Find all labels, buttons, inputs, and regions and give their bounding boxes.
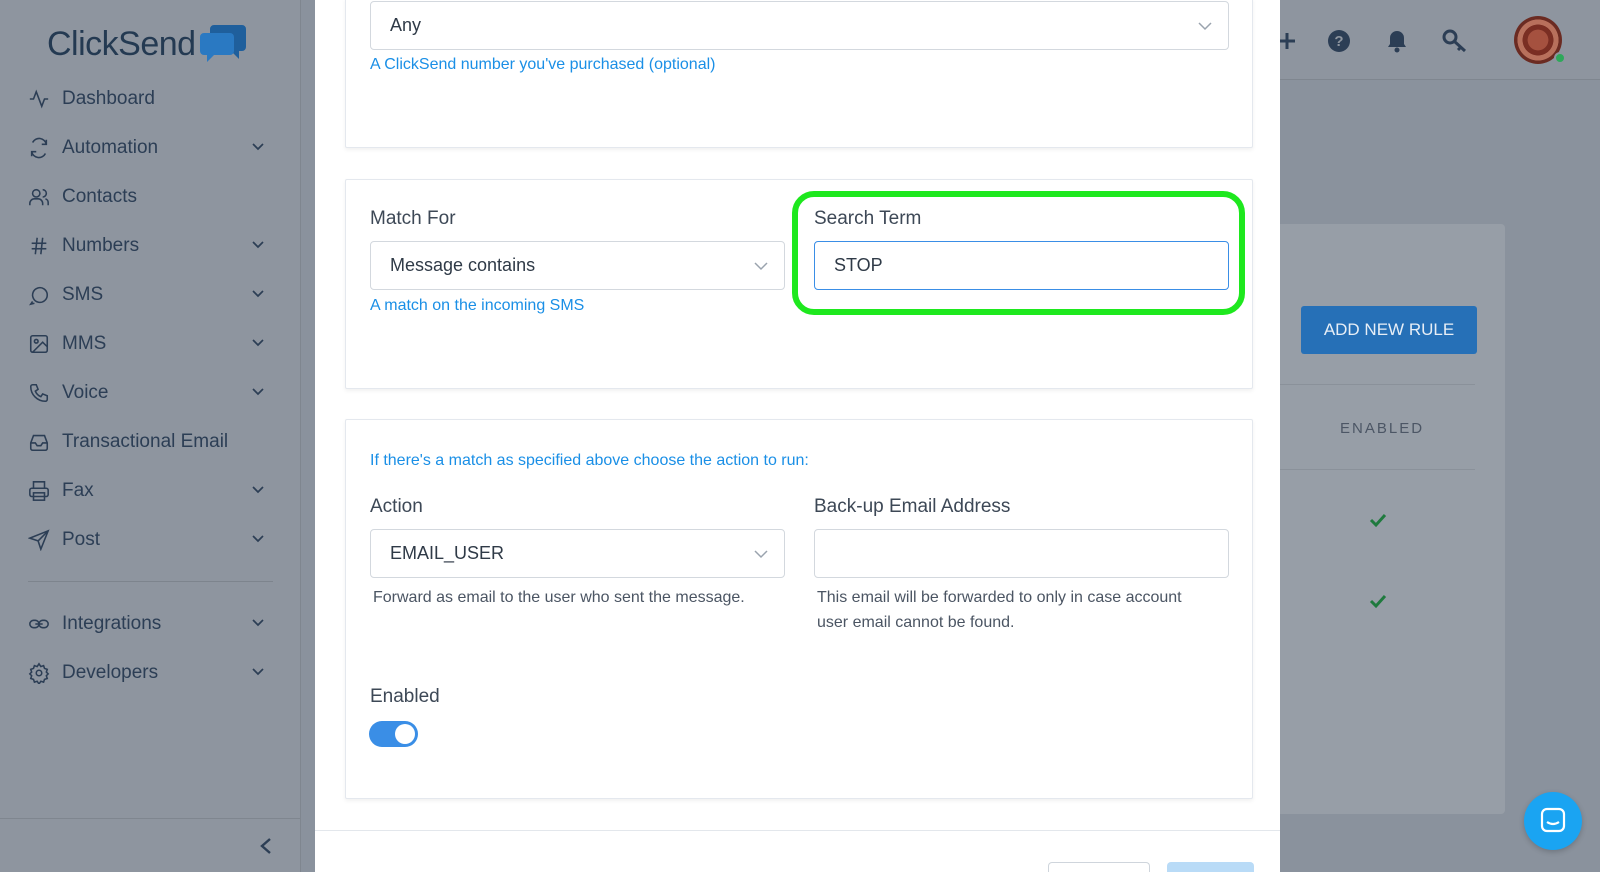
chevron-down-icon	[252, 388, 264, 396]
sidebar-divider	[28, 581, 273, 582]
sidebar-item-voice[interactable]: Voice	[0, 368, 301, 417]
chat-bubble-logo-icon	[199, 25, 246, 62]
sidebar-collapse-button[interactable]	[0, 818, 301, 872]
match-for-hint: A match on the incoming SMS	[370, 297, 585, 314]
link-icon	[29, 619, 49, 628]
enabled-column-header: ENABLED	[1262, 384, 1475, 470]
sidebar-item-label: Automation	[62, 136, 159, 158]
action-select[interactable]: EMAIL_USER	[370, 529, 785, 578]
sidebar-item-transactional-email[interactable]: Transactional Email	[0, 417, 301, 466]
chevron-down-icon	[754, 262, 768, 271]
search-term-highlight	[792, 191, 1245, 315]
chevron-down-icon	[252, 143, 264, 151]
chevron-down-icon	[252, 290, 264, 298]
enabled-label: Enabled	[370, 686, 440, 707]
hash-icon	[31, 237, 47, 254]
chat-icon	[1540, 807, 1566, 833]
sidebar-item-label: Fax	[62, 479, 94, 501]
printer-icon	[29, 480, 49, 501]
top-bar: 3 ?	[1262, 0, 1600, 80]
action-hint: Forward as email to the user who sent th…	[373, 589, 745, 606]
chevron-down-icon	[252, 241, 264, 249]
chevron-down-icon	[754, 550, 768, 559]
sidebar-item-dashboard[interactable]: Dashboard	[0, 74, 301, 123]
enabled-toggle[interactable]	[369, 721, 418, 747]
sidebar: ClickSend Dashboard Automation Contacts …	[0, 0, 301, 872]
help-icon[interactable]: ?	[1326, 28, 1352, 54]
chevron-down-icon	[1198, 22, 1212, 31]
chevron-down-icon	[252, 486, 264, 494]
activity-icon	[29, 88, 49, 109]
phone-icon	[29, 383, 49, 402]
sidebar-item-label: Developers	[62, 661, 159, 683]
sidebar-item-fax[interactable]: Fax	[0, 466, 301, 515]
bell-icon[interactable]	[1384, 28, 1410, 54]
sidebar-item-numbers[interactable]: Numbers	[0, 221, 301, 270]
sidebar-item-integrations[interactable]: Integrations	[0, 599, 301, 648]
match-for-label: Match For	[370, 208, 456, 229]
action-card: If there's a match as specified above ch…	[345, 419, 1253, 799]
chevron-down-icon	[252, 619, 264, 627]
sidebar-item-post[interactable]: Post	[0, 515, 301, 564]
key-icon[interactable]	[1442, 28, 1468, 54]
chevron-down-icon	[252, 535, 264, 543]
sidebar-item-developers[interactable]: Developers	[0, 648, 301, 697]
backup-email-input[interactable]	[814, 529, 1229, 578]
chevron-left-icon	[260, 838, 271, 854]
gear-icon	[28, 661, 50, 684]
cancel-button[interactable]	[1048, 862, 1150, 872]
sidebar-item-label: Post	[62, 528, 101, 550]
send-icon	[28, 528, 50, 551]
backup-email-hint: This email will be forwarded to only in …	[817, 589, 1182, 631]
image-icon	[29, 334, 49, 353]
inbound-rule-modal: Any A ClickSend number you've purchased …	[315, 0, 1280, 872]
sidebar-item-label: Contacts	[62, 185, 137, 207]
message-circle-icon	[28, 286, 49, 305]
chat-launcher-button[interactable]	[1524, 792, 1582, 850]
chevron-down-icon	[252, 339, 264, 347]
sidebar-item-contacts[interactable]: Contacts	[0, 172, 301, 221]
action-label: Action	[370, 496, 423, 517]
save-button[interactable]	[1167, 862, 1254, 872]
refresh-icon	[30, 137, 48, 158]
sidebar-item-label: Integrations	[62, 612, 162, 634]
sidebar-nav: Dashboard Automation Contacts Numbers SM…	[0, 74, 301, 697]
svg-text:?: ?	[1334, 33, 1343, 50]
sidebar-item-label: Transactional Email	[62, 430, 229, 452]
backup-email-label: Back-up Email Address	[814, 496, 1011, 517]
match-for-select[interactable]: Message contains	[370, 241, 785, 290]
number-hint: A ClickSend number you've purchased (opt…	[370, 56, 716, 73]
sidebar-item-label: MMS	[62, 332, 107, 354]
sidebar-item-label: Dashboard	[62, 87, 155, 109]
number-select[interactable]: Any	[370, 1, 1229, 50]
sidebar-item-label: Numbers	[62, 234, 140, 256]
number-card: Any A ClickSend number you've purchased …	[345, 0, 1253, 148]
sidebar-item-mms[interactable]: MMS	[0, 319, 301, 368]
sidebar-item-automation[interactable]: Automation	[0, 123, 301, 172]
sidebar-item-label: Voice	[62, 381, 109, 403]
users-icon	[29, 188, 49, 205]
check-icon	[1369, 513, 1387, 528]
modal-footer-divider	[315, 830, 1280, 831]
chevron-down-icon	[252, 668, 264, 676]
clicksend-logo[interactable]: ClickSend	[47, 22, 248, 66]
action-intro: If there's a match as specified above ch…	[370, 452, 809, 469]
sidebar-item-label: SMS	[62, 283, 104, 305]
inbox-icon	[29, 434, 49, 451]
online-status-dot	[1554, 52, 1566, 64]
add-new-rule-button[interactable]: ADD NEW RULE	[1301, 306, 1477, 354]
check-icon	[1369, 594, 1387, 609]
sidebar-item-sms[interactable]: SMS	[0, 270, 301, 319]
